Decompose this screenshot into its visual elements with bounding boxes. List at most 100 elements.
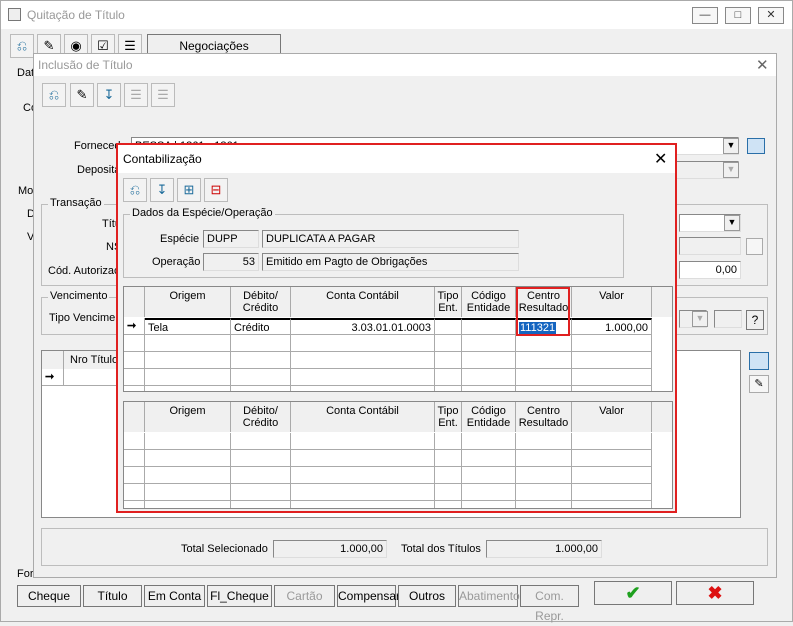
top-grid-cell-conta-contabil[interactable] [291, 386, 435, 391]
bottom-grid-cell-valor[interactable] [572, 450, 652, 467]
bottom-grid-cell-codigo-entidade[interactable] [462, 467, 516, 484]
cancel-button[interactable]: ✖ [676, 581, 754, 605]
bottom-grid-cell-debito-credito[interactable] [231, 433, 291, 450]
maximize-button[interactable]: □ [725, 7, 751, 24]
top-grid-cell-debito-credito[interactable] [231, 386, 291, 391]
top-grid-cell-valor[interactable] [572, 369, 652, 386]
top-grid-cell-centro-resultado[interactable] [516, 386, 572, 391]
payment-button-7[interactable]: Outros [398, 585, 456, 607]
payment-button-8[interactable]: Abatimento [458, 585, 520, 607]
top-grid-cell-centro-resultado[interactable] [516, 335, 572, 352]
bottom-grid-cell-valor[interactable] [572, 467, 652, 484]
contabilizacao-close-icon[interactable]: ✕ [654, 149, 667, 169]
bottom-grid-cell-centro-resultado[interactable] [516, 467, 572, 484]
top-grid-cell-valor[interactable] [572, 386, 652, 391]
top-grid-cell-codigo-entidade[interactable] [462, 352, 516, 369]
top-grid-cell-tipo-ent[interactable] [435, 352, 462, 369]
bottom-grid-cell-codigo-entidade[interactable] [462, 501, 516, 508]
bottom-grid-cell-tipo-ent[interactable] [435, 484, 462, 501]
depositante-dropdown-icon[interactable]: ▼ [723, 162, 739, 178]
payment-button-2[interactable]: Título [83, 585, 142, 607]
top-grid-cell-origem[interactable] [145, 369, 231, 386]
bottom-grid-cell-debito-credito[interactable] [231, 450, 291, 467]
bottom-grid-cell-codigo-entidade[interactable] [462, 450, 516, 467]
top-grid-cell-conta-contabil[interactable] [291, 369, 435, 386]
titulos-add-icon[interactable] [749, 352, 769, 370]
bottom-grid-cell-debito-credito[interactable] [231, 501, 291, 508]
top-grid-cell-centro-resultado[interactable] [516, 352, 572, 369]
centro-resultado-selected-value[interactable]: 111321 [519, 322, 557, 334]
bottom-grid-cell-centro-resultado[interactable] [516, 450, 572, 467]
bottom-grid-cell-conta-contabil[interactable] [291, 501, 435, 508]
tipo-vencimento-dropdown-icon[interactable]: ▼ [692, 311, 708, 327]
bottom-grid-cell-conta-contabil[interactable] [291, 467, 435, 484]
bottom-grid-cell-debito-credito[interactable] [231, 484, 291, 501]
top-grid-cell-tipo-ent[interactable] [435, 386, 462, 391]
titulo-dropdown-icon[interactable]: ▼ [724, 215, 740, 231]
top-grid-cell-tipo-ent[interactable] [435, 369, 462, 386]
bottom-grid-cell-conta-contabil[interactable] [291, 433, 435, 450]
fornecedor-lookup-icon[interactable] [747, 138, 765, 154]
inclusao-exit-icon[interactable]: ⎌ [42, 83, 66, 107]
top-grid-cell-codigo-entidade[interactable] [462, 369, 516, 386]
bottom-grid-cell-valor[interactable] [572, 484, 652, 501]
top-grid-cell-conta-contabil[interactable]: 3.03.01.01.0003 [291, 318, 435, 335]
bottom-grid-cell-centro-resultado[interactable] [516, 433, 572, 450]
bottom-grid-cell-origem[interactable] [145, 433, 231, 450]
top-grid-cell-codigo-entidade[interactable] [462, 318, 516, 335]
top-grid-cell-debito-credito[interactable] [231, 352, 291, 369]
inclusao-save-icon[interactable]: ↧ [97, 83, 121, 107]
minimize-button[interactable]: — [692, 7, 718, 24]
top-grid-cell-conta-contabil[interactable] [291, 352, 435, 369]
bottom-grid-cell-origem[interactable] [145, 450, 231, 467]
top-grid-cell-conta-contabil[interactable] [291, 335, 435, 352]
top-grid-cell-tipo-ent[interactable] [435, 335, 462, 352]
top-grid-cell-origem[interactable] [145, 386, 231, 391]
payment-button-1[interactable]: Cheque [17, 585, 81, 607]
cont-add-row-icon[interactable]: ⊞ [177, 178, 201, 202]
bottom-grid-cell-origem[interactable] [145, 501, 231, 508]
bottom-grid-cell-codigo-entidade[interactable] [462, 433, 516, 450]
bottom-grid-cell-valor[interactable] [572, 501, 652, 508]
top-grid-cell-debito-credito[interactable] [231, 335, 291, 352]
payment-button-6[interactable]: Compensar [337, 585, 400, 607]
bottom-grid-cell-centro-resultado[interactable] [516, 501, 572, 508]
bottom-grid-cell-tipo-ent[interactable] [435, 433, 462, 450]
exit-icon[interactable]: ⎌ [10, 34, 34, 58]
titulos-eraser-icon[interactable]: ✎ [749, 375, 769, 393]
cont-exit-icon[interactable]: ⎌ [123, 178, 147, 202]
payment-button-9[interactable]: Com. Repr. [520, 585, 579, 623]
bottom-grid-cell-tipo-ent[interactable] [435, 501, 462, 508]
top-grid-cell-codigo-entidade[interactable] [462, 386, 516, 391]
fornecedor-dropdown-icon[interactable]: ▼ [723, 138, 739, 154]
nsu-field-right[interactable] [679, 237, 741, 255]
bottom-grid-cell-origem[interactable] [145, 467, 231, 484]
close-button[interactable]: ✕ [758, 7, 784, 24]
inclusao-tree2-icon[interactable]: ☰ [151, 83, 175, 107]
top-grid-cell-origem[interactable] [145, 352, 231, 369]
payment-button-3[interactable]: Em Conta [144, 585, 205, 607]
top-grid-cell-codigo-entidade[interactable] [462, 335, 516, 352]
bottom-grid-cell-codigo-entidade[interactable] [462, 484, 516, 501]
top-grid-cell-tipo-ent[interactable] [435, 318, 462, 335]
valor-field-right[interactable]: 0,00 [679, 261, 741, 279]
ok-button[interactable]: ✔ [594, 581, 672, 605]
tipo-vencimento-code[interactable] [714, 310, 742, 328]
payment-button-4[interactable]: Fl_Cheque [207, 585, 272, 607]
top-grid-cell-valor[interactable]: 1.000,00 [572, 318, 652, 335]
bottom-grid-cell-debito-credito[interactable] [231, 467, 291, 484]
bottom-grid-cell-centro-resultado[interactable] [516, 484, 572, 501]
top-grid-cell-centro-resultado[interactable] [516, 369, 572, 386]
top-grid-cell-debito-credito[interactable] [231, 369, 291, 386]
top-grid-cell-valor[interactable] [572, 352, 652, 369]
cont-save-icon[interactable]: ↧ [150, 178, 174, 202]
bottom-grid-cell-tipo-ent[interactable] [435, 450, 462, 467]
inclusao-close-icon[interactable]: ✕ [756, 56, 769, 74]
top-grid-cell-valor[interactable] [572, 335, 652, 352]
bottom-grid-cell-conta-contabil[interactable] [291, 484, 435, 501]
bottom-grid-cell-origem[interactable] [145, 484, 231, 501]
payment-button-5[interactable]: Cartão [274, 585, 335, 607]
bottom-grid-cell-tipo-ent[interactable] [435, 467, 462, 484]
inclusao-eraser-icon[interactable]: ✎ [70, 83, 94, 107]
cont-remove-row-icon[interactable]: ⊟ [204, 178, 228, 202]
